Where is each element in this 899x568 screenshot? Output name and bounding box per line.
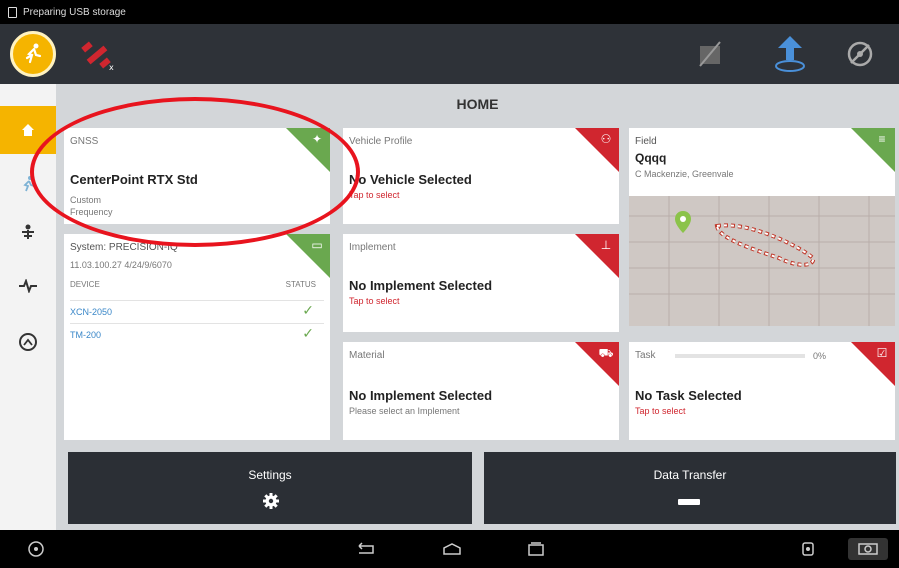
running-person-icon — [23, 176, 35, 192]
table-row[interactable]: TM-200 ✓ — [70, 323, 324, 342]
sidebar — [0, 84, 56, 530]
task-card[interactable]: ☑ Task 0% No Task Selected Tap to select — [629, 342, 895, 440]
task-hint: Tap to select — [635, 406, 686, 416]
gnss-line1: Custom — [70, 195, 102, 205]
back-icon[interactable] — [354, 538, 378, 560]
device-name: TM-200 — [70, 330, 102, 340]
vehicle-hint: Tap to select — [349, 190, 400, 200]
svg-text:x: x — [109, 63, 114, 72]
vehicle-icon — [22, 224, 34, 239]
field-name: Qqqq — [635, 151, 667, 165]
usb-drive-icon — [678, 499, 700, 505]
navigation-bar — [0, 530, 899, 568]
material-icon: ⛟ — [598, 346, 614, 360]
field-lines-icon: ≡ — [878, 132, 886, 146]
material-card[interactable]: ⛟ Material No Implement Selected Please … — [343, 342, 619, 440]
implement-hint: Tap to select — [349, 296, 400, 306]
top-bar: x — [0, 24, 899, 84]
task-value: No Task Selected — [635, 388, 742, 403]
field-card[interactable]: Field Qqqq C Mackenzie, Greenvale ≡ — [629, 128, 895, 326]
check-icon: ✓ — [302, 326, 314, 342]
field-map[interactable] — [629, 196, 895, 326]
sidebar-item-tractor[interactable] — [0, 208, 56, 256]
implement-label: Implement — [349, 242, 396, 253]
steering-icon[interactable] — [24, 538, 48, 560]
home-icon — [22, 124, 34, 136]
sidebar-item-diagnostics[interactable] — [0, 262, 56, 310]
guidance-icon[interactable] — [770, 34, 810, 74]
settings-button[interactable]: Settings — [68, 452, 472, 524]
pulse-icon — [19, 279, 37, 293]
gear-icon — [263, 493, 279, 509]
material-label: Material — [349, 350, 385, 361]
table-row[interactable]: XCN-2050 ✓ — [70, 300, 324, 319]
status-notification: Preparing USB storage — [23, 6, 126, 18]
implement-icon: ⊥ — [600, 238, 612, 252]
page-title: HOME — [456, 96, 499, 112]
field-location: C Mackenzie, Greenvale — [635, 169, 734, 179]
device-name: XCN-2050 — [70, 307, 113, 317]
status-column-header: STATUS — [285, 280, 316, 289]
vehicle-profile-card[interactable]: ⚇ Vehicle Profile No Vehicle Selected Ta… — [343, 128, 619, 224]
system-version: 11.03.100.27 4/24/9/6070 — [70, 260, 172, 270]
task-progress-bar — [675, 354, 805, 358]
satellite-no-signal-icon[interactable]: x — [78, 40, 118, 72]
running-person-icon — [25, 43, 42, 64]
vehicle-value: No Vehicle Selected — [349, 172, 472, 187]
sidebar-item-gauge[interactable] — [0, 318, 56, 366]
data-transfer-label: Data Transfer — [653, 468, 727, 482]
field-map-off-icon[interactable] — [690, 34, 730, 74]
gauge-icon — [19, 333, 37, 351]
satellite-icon: ✦ — [311, 132, 323, 146]
implement-value: No Implement Selected — [349, 278, 493, 293]
home-nav-icon[interactable] — [440, 538, 464, 560]
home-screen: HOME ✦ GNSS CenterPoint RTX Std Custom F… — [56, 84, 899, 530]
camera-icon[interactable] — [848, 538, 888, 560]
implement-card[interactable]: ⊥ Implement No Implement Selected Tap to… — [343, 234, 619, 332]
system-label: System: PRECISION-IQ — [70, 242, 178, 253]
status-bar: Preparing USB storage — [0, 0, 899, 24]
field-label: Field — [635, 136, 657, 147]
system-card[interactable]: ▭ System: PRECISION-IQ 11.03.100.27 4/24… — [64, 234, 330, 440]
data-transfer-button[interactable]: Data Transfer — [484, 452, 896, 524]
bike-icon: ⚇ — [600, 132, 612, 146]
gnss-card[interactable]: ✦ GNSS CenterPoint RTX Std Custom Freque… — [64, 128, 330, 224]
location-pin-icon — [675, 211, 691, 233]
gnss-value: CenterPoint RTX Std — [70, 172, 198, 187]
recent-apps-icon[interactable] — [524, 538, 548, 560]
material-value: No Implement Selected — [349, 388, 493, 403]
task-label: Task — [635, 350, 656, 361]
material-hint: Please select an Implement — [349, 406, 460, 416]
run-button[interactable] — [10, 31, 56, 77]
display-icon: ▭ — [311, 238, 323, 252]
steering-wheel-off-icon[interactable] — [840, 34, 880, 74]
device-column-header: DEVICE — [70, 280, 100, 289]
sidebar-item-run[interactable] — [0, 160, 56, 208]
task-progress-text: 0% — [813, 351, 827, 361]
screenshot-icon[interactable] — [796, 538, 820, 560]
usb-storage-icon — [8, 6, 17, 18]
vehicle-label: Vehicle Profile — [349, 136, 413, 147]
clipboard-icon: ☑ — [876, 346, 888, 360]
gnss-line2: Frequency — [70, 207, 113, 217]
check-icon: ✓ — [302, 303, 314, 319]
sidebar-item-home[interactable] — [0, 106, 56, 154]
settings-label: Settings — [248, 468, 292, 482]
gnss-label: GNSS — [70, 136, 99, 147]
